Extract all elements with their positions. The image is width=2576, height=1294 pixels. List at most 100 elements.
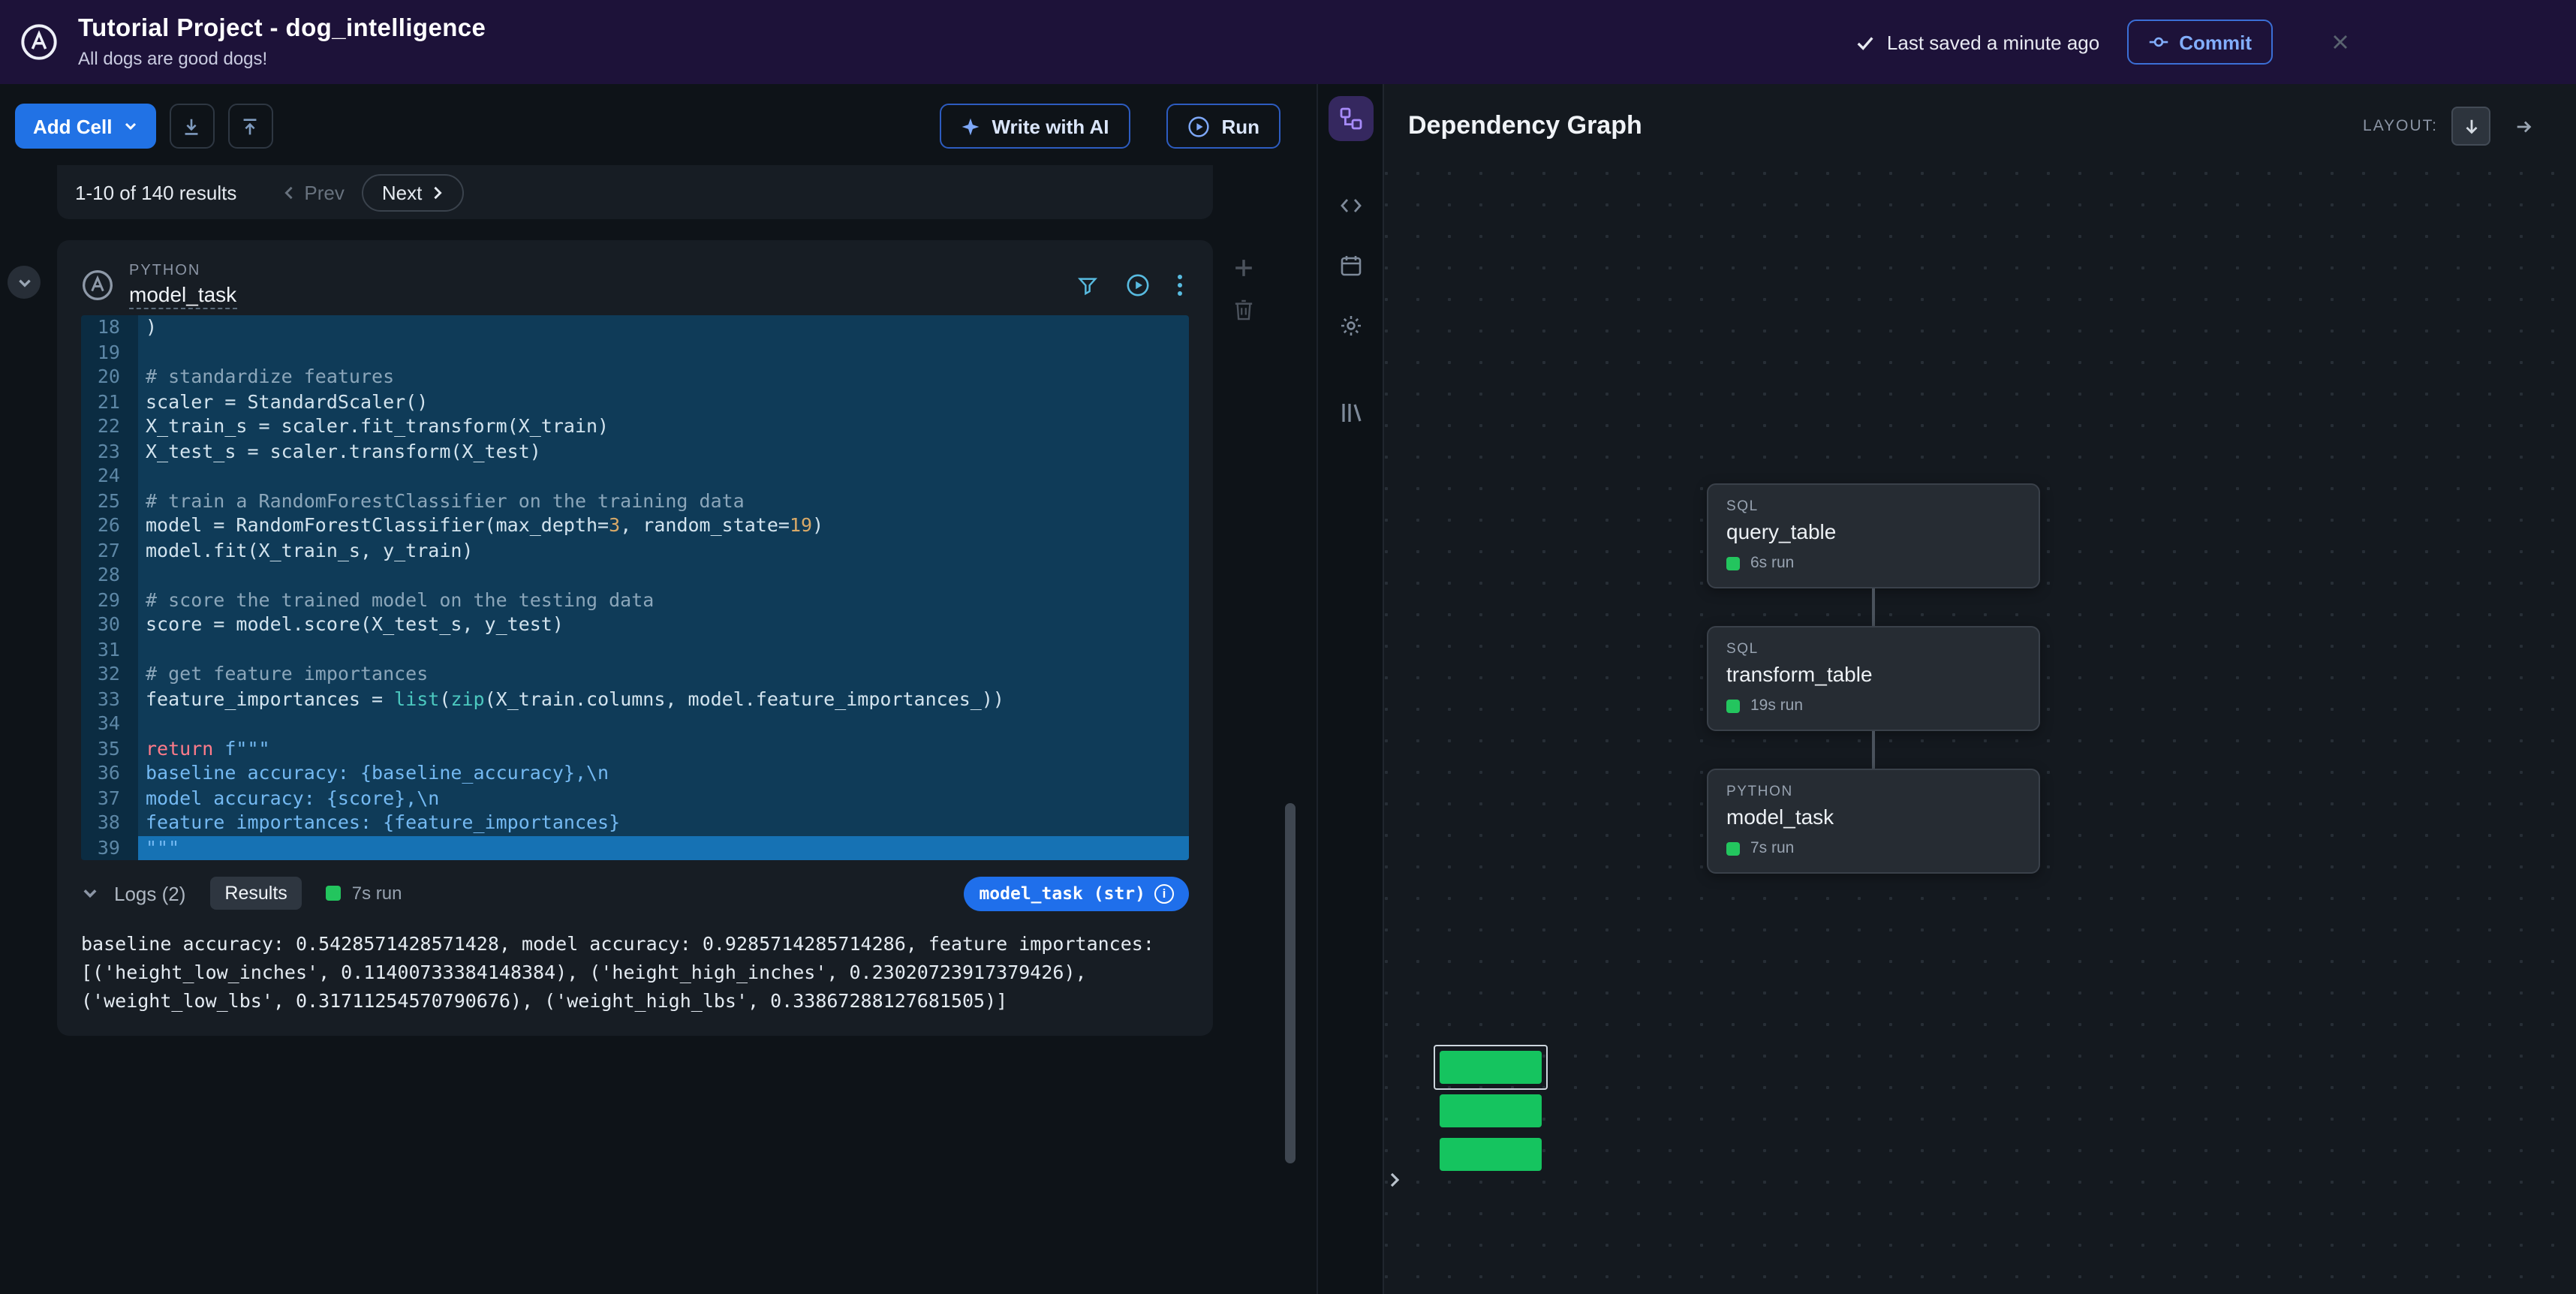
code-line[interactable]: 38feature importances: {feature_importan… xyxy=(81,811,1189,835)
write-with-ai-label: Write with AI xyxy=(992,115,1109,137)
cell-name[interactable]: model_task xyxy=(129,281,236,308)
schedule-icon[interactable] xyxy=(1328,243,1373,288)
output-line: ('weight_low_lbs', 0.31711254570790676),… xyxy=(81,986,1189,1015)
logs-toggle[interactable]: Logs (2) xyxy=(114,882,185,904)
run-status-icon xyxy=(1726,556,1740,570)
prev-page-button[interactable]: Prev xyxy=(281,181,344,203)
minimap-node xyxy=(1440,1138,1542,1171)
layout-vertical-button[interactable] xyxy=(2451,107,2490,146)
settings-gear-icon[interactable] xyxy=(1328,303,1373,348)
minimap-viewport[interactable] xyxy=(1434,1045,1548,1090)
logs-chevron-icon[interactable] xyxy=(81,884,99,902)
project-title: Tutorial Project - dog_intelligence xyxy=(78,15,486,44)
graph-node-name: query_table xyxy=(1726,519,2021,543)
code-editor[interactable]: 18)1920# standardize features21scaler = … xyxy=(81,315,1189,860)
chevron-left-icon xyxy=(281,184,295,200)
code-line[interactable]: 34 xyxy=(81,712,1189,736)
code-line[interactable]: 23X_test_s = scaler.transform(X_test) xyxy=(81,439,1189,464)
graph-node-run: 19s run xyxy=(1726,697,2021,715)
graph-node[interactable]: PYTHON model_task 7s run xyxy=(1707,769,2040,874)
code-line[interactable]: 21scaler = StandardScaler() xyxy=(81,390,1189,414)
side-icon-rail xyxy=(1317,84,1383,1294)
add-comment-icon[interactable] xyxy=(1234,258,1253,278)
next-page-button[interactable]: Next xyxy=(363,173,464,211)
run-play-icon xyxy=(1187,115,1209,137)
layout-label: LAYOUT: xyxy=(2363,117,2438,135)
scrollbar[interactable] xyxy=(1285,803,1296,1163)
code-line[interactable]: 39""" xyxy=(81,835,1189,860)
sparkle-icon xyxy=(960,116,980,136)
output-variable-pill[interactable]: model_task (str) i xyxy=(964,876,1189,910)
panel-expand-icon[interactable] xyxy=(1387,1171,1402,1189)
more-options-icon[interactable] xyxy=(1177,273,1183,297)
code-line[interactable]: 29# score the trained model on the testi… xyxy=(81,588,1189,612)
add-cell-below-button[interactable] xyxy=(169,104,214,149)
output-line: baseline accuracy: 0.5428571428571428, m… xyxy=(81,929,1189,958)
app-window: Tutorial Project - dog_intelligence All … xyxy=(0,0,2576,1294)
run-time-label: 6s run xyxy=(1750,554,1794,572)
output-variable-label: model_task (str) xyxy=(979,883,1145,904)
graph-node[interactable]: SQL query_table 6s run xyxy=(1707,483,2040,588)
graph-node-type: PYTHON xyxy=(1726,784,2021,800)
dependency-graph-panel: Dependency Graph LAYOUT: SQL query_table… xyxy=(1383,84,2576,1294)
graph-node-run: 7s run xyxy=(1726,839,2021,857)
code-line[interactable]: 27model.fit(X_train_s, y_train) xyxy=(81,538,1189,563)
write-with-ai-button[interactable]: Write with AI xyxy=(939,104,1130,149)
layout-horizontal-button[interactable] xyxy=(2504,107,2543,146)
notebook-toolbar: Add Cell Write with AI Run xyxy=(0,84,1317,168)
add-cell-label: Add Cell xyxy=(33,115,112,137)
code-line[interactable]: 36baseline accuracy: {baseline_accuracy}… xyxy=(81,761,1189,786)
run-status-icon xyxy=(327,886,342,901)
graph-header: Dependency Graph LAYOUT: xyxy=(1384,84,2576,168)
code-line[interactable]: 35return f""" xyxy=(81,736,1189,761)
saved-check-icon xyxy=(1855,32,1875,52)
code-line[interactable]: 18) xyxy=(81,315,1189,340)
trash-icon[interactable] xyxy=(1234,299,1253,321)
graph-node-type: SQL xyxy=(1726,498,2021,515)
arrow-down-icon xyxy=(2461,116,2481,136)
filter-icon[interactable] xyxy=(1076,274,1099,296)
library-icon[interactable] xyxy=(1328,390,1373,435)
dependency-graph-icon[interactable] xyxy=(1328,96,1373,141)
code-view-icon[interactable] xyxy=(1328,183,1373,228)
project-subtitle: All dogs are good dogs! xyxy=(78,48,486,69)
run-time-label: 7s run xyxy=(1750,839,1794,857)
code-line[interactable]: 25# train a RandomForestClassifier on th… xyxy=(81,489,1189,513)
prev-label: Prev xyxy=(304,181,344,203)
graph-edge xyxy=(1872,731,1875,769)
cell-language-label: PYTHON xyxy=(129,262,236,278)
app-logo-icon[interactable] xyxy=(18,21,60,63)
run-label: Run xyxy=(1221,115,1259,137)
code-line[interactable]: 28 xyxy=(81,563,1189,588)
run-button[interactable]: Run xyxy=(1166,104,1280,149)
graph-title: Dependency Graph xyxy=(1408,111,1642,141)
topbar-actions: Last saved a minute ago Commit xyxy=(1855,20,2576,65)
code-line[interactable]: 30score = model.score(X_test_s, y_test) xyxy=(81,612,1189,637)
add-cell-button[interactable]: Add Cell xyxy=(15,104,155,149)
commit-button[interactable]: Commit xyxy=(2126,20,2273,65)
code-line[interactable]: 31 xyxy=(81,637,1189,662)
cell-header-actions xyxy=(1076,273,1189,297)
code-line[interactable]: 22X_train_s = scaler.fit_transform(X_tra… xyxy=(81,414,1189,439)
cell-side-actions xyxy=(1234,258,1253,321)
code-line[interactable]: 37model accuracy: {score},\n xyxy=(81,786,1189,811)
code-line[interactable]: 33feature_importances = list(zip(X_train… xyxy=(81,687,1189,712)
collapse-cell-button[interactable] xyxy=(8,266,41,299)
close-icon[interactable] xyxy=(2330,32,2351,53)
code-line[interactable]: 26model = RandomForestClassifier(max_dep… xyxy=(81,513,1189,538)
notebook-area: Add Cell Write with AI Run xyxy=(0,84,1317,1294)
graph-node[interactable]: SQL transform_table 19s run xyxy=(1707,626,2040,731)
run-status-icon xyxy=(1726,699,1740,712)
code-line[interactable]: 32# get feature importances xyxy=(81,662,1189,687)
graph-canvas[interactable]: SQL query_table 6s run SQL transform_tab… xyxy=(1384,168,2576,1294)
cell-logo-icon xyxy=(81,269,114,302)
code-line[interactable]: 19 xyxy=(81,340,1189,365)
graph-node-run: 6s run xyxy=(1726,554,2021,572)
code-lines: 18)1920# standardize features21scaler = … xyxy=(81,315,1189,860)
tab-results[interactable]: Results xyxy=(209,877,302,910)
add-cell-above-button[interactable] xyxy=(227,104,272,149)
code-line[interactable]: 24 xyxy=(81,464,1189,489)
run-cell-icon[interactable] xyxy=(1126,273,1150,297)
code-line[interactable]: 20# standardize features xyxy=(81,365,1189,390)
commit-label: Commit xyxy=(2179,31,2252,53)
